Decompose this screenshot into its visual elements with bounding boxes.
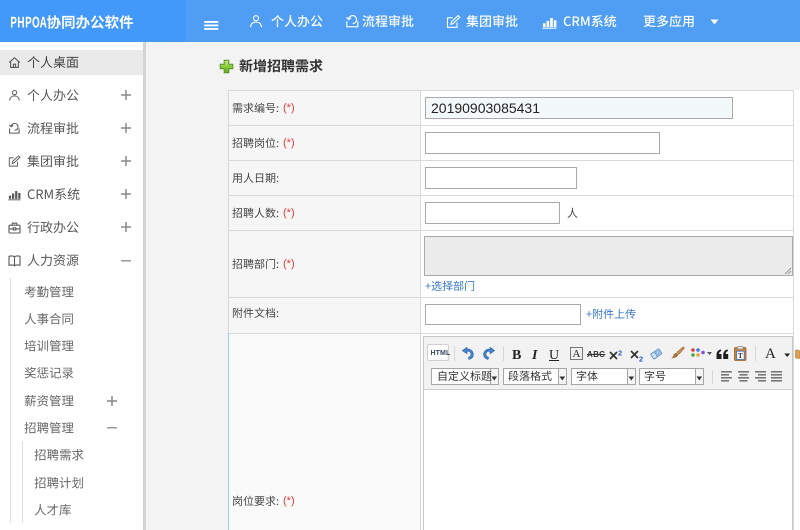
svg-text:2: 2 bbox=[618, 349, 622, 358]
svg-text:T: T bbox=[738, 351, 743, 360]
svg-text:2: 2 bbox=[639, 355, 643, 363]
svg-text:A: A bbox=[573, 348, 581, 360]
